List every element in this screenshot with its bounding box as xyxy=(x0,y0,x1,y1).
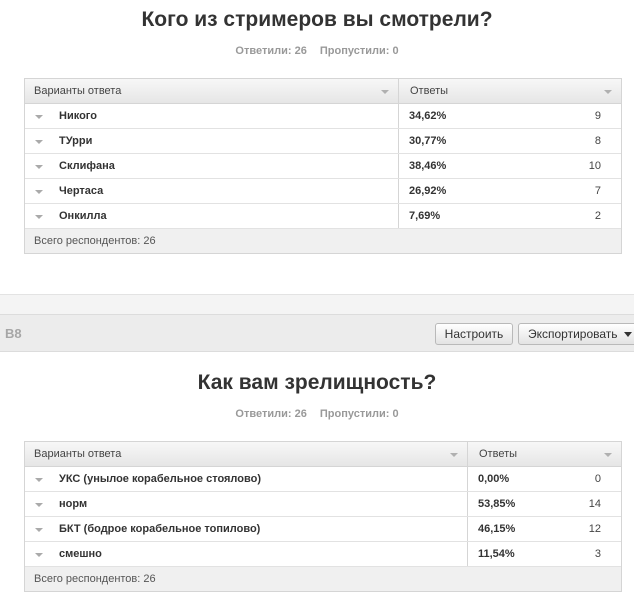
question-2-stats: Ответили: 26 Пропустили: 0 xyxy=(0,408,634,420)
expand-arrow-icon[interactable] xyxy=(35,553,43,557)
sort-arrow-icon[interactable] xyxy=(604,453,612,457)
question-toolbar: В8 Настроить Экспортировать xyxy=(0,314,634,352)
answer-percent: 26,92% xyxy=(409,185,447,197)
table-row[interactable]: ТУрри 30,77% 8 xyxy=(25,129,621,154)
answers-column-header[interactable]: Ответы xyxy=(468,442,621,466)
table-row[interactable]: БКТ (бодрое корабельное топилово) 46,15%… xyxy=(25,517,621,542)
expand-arrow-icon[interactable] xyxy=(35,528,43,532)
expand-arrow-icon[interactable] xyxy=(35,165,43,169)
answer-count: 9 xyxy=(594,110,601,122)
answer-percent: 34,62% xyxy=(409,110,447,122)
options-header-label: Варианты ответа xyxy=(34,448,122,460)
answers-column-header[interactable]: Ответы xyxy=(399,79,621,103)
total-respondents: Всего респондентов: 26 xyxy=(25,229,621,253)
answer-count: 14 xyxy=(588,498,601,510)
question-2-title: Как вам зрелищность? xyxy=(197,371,437,394)
table-row[interactable]: Склифана 38,46% 10 xyxy=(25,154,621,179)
answer-count: 12 xyxy=(588,523,601,535)
answer-count: 3 xyxy=(594,548,601,560)
answered-count: Ответили: 26 xyxy=(235,45,307,57)
answer-count: 8 xyxy=(594,135,601,147)
question-id: В8 xyxy=(5,326,22,341)
expand-arrow-icon[interactable] xyxy=(35,140,43,144)
option-label: Онкилла xyxy=(59,210,107,222)
answers-header-label: Ответы xyxy=(410,85,449,97)
options-header-label: Варианты ответа xyxy=(34,85,122,97)
sort-arrow-icon[interactable] xyxy=(381,90,389,94)
table-row[interactable]: Никого 34,62% 9 xyxy=(25,104,621,129)
configure-button[interactable]: Настроить xyxy=(435,323,513,345)
skipped-count: Пропустили: 0 xyxy=(319,45,399,57)
answer-percent: 7,69% xyxy=(409,210,441,222)
option-label: ТУрри xyxy=(59,135,93,147)
option-label: Склифана xyxy=(59,160,115,172)
chevron-down-icon xyxy=(623,332,632,338)
options-column-header[interactable]: Варианты ответа xyxy=(25,79,399,103)
answer-count: 10 xyxy=(588,160,601,172)
answered-count: Ответили: 26 xyxy=(235,408,307,420)
question-1-results-table: Варианты ответа Ответы Никого 34,62% 9 ТУ… xyxy=(24,78,622,254)
answer-count: 2 xyxy=(594,210,601,222)
option-label: норм xyxy=(59,498,88,510)
answer-percent: 46,15% xyxy=(478,523,516,535)
options-column-header[interactable]: Варианты ответа xyxy=(25,442,468,466)
option-label: БКТ (бодрое корабельное топилово) xyxy=(59,523,261,535)
expand-arrow-icon[interactable] xyxy=(35,215,43,219)
sort-arrow-icon[interactable] xyxy=(604,90,612,94)
table-row[interactable]: УКС (унылое корабельное стоялово) 0,00% 0 xyxy=(25,467,621,492)
expand-arrow-icon[interactable] xyxy=(35,503,43,507)
table-row[interactable]: Онкилла 7,69% 2 xyxy=(25,204,621,229)
answer-percent: 11,54% xyxy=(478,548,515,560)
export-button[interactable]: Экспортировать xyxy=(518,323,634,345)
table-row[interactable]: Чертаса 26,92% 7 xyxy=(25,179,621,204)
total-respondents: Всего респондентов: 26 xyxy=(25,567,621,591)
option-label: Никого xyxy=(59,110,97,122)
answer-count: 0 xyxy=(594,473,601,485)
question-1-title: Кого из стримеров вы смотрели? xyxy=(141,8,493,31)
section-divider xyxy=(0,294,634,314)
table-row[interactable]: норм 53,85% 14 xyxy=(25,492,621,517)
answer-percent: 38,46% xyxy=(409,160,447,172)
answers-header-label: Ответы xyxy=(479,448,518,460)
answer-percent: 30,77% xyxy=(409,135,447,147)
sort-arrow-icon[interactable] xyxy=(450,453,458,457)
answer-percent: 53,85% xyxy=(478,498,516,510)
option-label: смешно xyxy=(59,548,102,560)
answer-percent: 0,00% xyxy=(478,473,510,485)
table-header: Варианты ответа Ответы xyxy=(25,442,621,467)
question-1-stats: Ответили: 26 Пропустили: 0 xyxy=(0,45,634,57)
skipped-count: Пропустили: 0 xyxy=(319,408,399,420)
table-row[interactable]: смешно 11,54% 3 xyxy=(25,542,621,567)
table-header: Варианты ответа Ответы xyxy=(25,79,621,104)
expand-arrow-icon[interactable] xyxy=(35,478,43,482)
export-label: Экспортировать xyxy=(528,327,618,341)
option-label: УКС (унылое корабельное стоялово) xyxy=(59,473,261,485)
question-2-results-table: Варианты ответа Ответы УКС (унылое кораб… xyxy=(24,441,622,592)
expand-arrow-icon[interactable] xyxy=(35,190,43,194)
answer-count: 7 xyxy=(594,185,601,197)
option-label: Чертаса xyxy=(59,185,104,197)
expand-arrow-icon[interactable] xyxy=(35,115,43,119)
